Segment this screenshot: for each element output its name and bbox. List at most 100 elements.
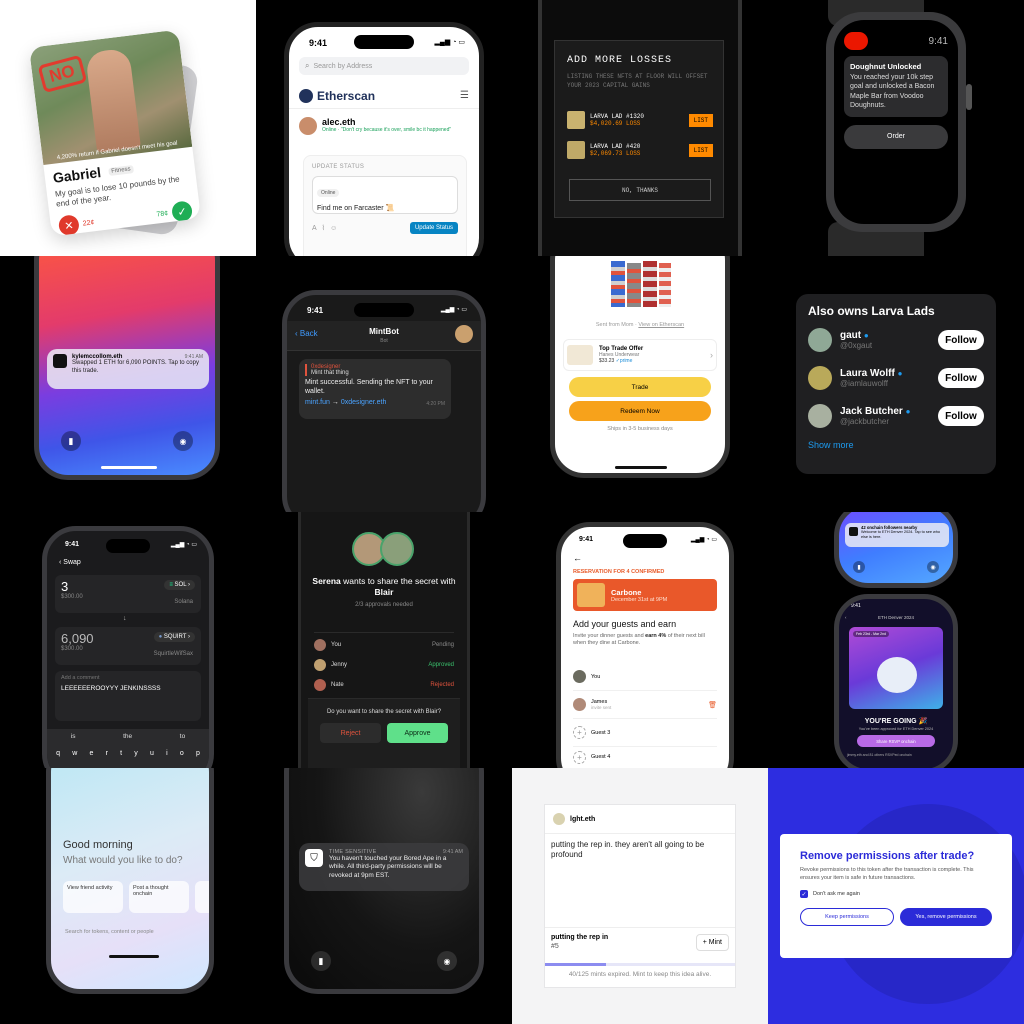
key[interactable]: w — [72, 750, 77, 757]
rsvp-footer: jimmy.eth and 81 others RSVPed onchain — [847, 753, 912, 757]
attach-icon[interactable]: ⌇ — [322, 224, 325, 232]
comment-input[interactable]: Add a comment LEEEEEEROOYYY JENKINSSSS — [55, 671, 201, 721]
camera-icon[interactable]: ◉ — [173, 431, 193, 451]
guest-row[interactable]: + Guest 4 — [573, 747, 717, 767]
camera-icon[interactable]: ◉ — [927, 561, 939, 573]
bot-avatar[interactable] — [455, 325, 473, 343]
search-input[interactable]: Search for tokens, content or people — [65, 929, 154, 935]
comment-label: Add a comment — [61, 675, 100, 681]
avatar — [314, 659, 326, 671]
flashlight-icon[interactable]: ▮ — [311, 951, 331, 971]
key[interactable]: e — [89, 750, 93, 757]
ens-link[interactable]: 0xdesigner.eth — [341, 399, 387, 406]
menu-icon[interactable]: ☰ — [460, 90, 469, 101]
accept-button[interactable]: ✓ — [170, 200, 194, 223]
venue-name: Carbone — [611, 587, 642, 597]
offer-card[interactable]: Top Trade Offer Hanes Underwear $33.23 ✓… — [563, 339, 717, 371]
online-chip[interactable]: Online — [317, 189, 340, 197]
key[interactable]: y — [134, 750, 138, 757]
text-icon[interactable]: A — [312, 225, 317, 232]
remove-permissions-button[interactable]: Yes, remove permissions — [900, 908, 992, 927]
share-rsvp-button[interactable]: Share RSVP onchain — [857, 735, 935, 747]
key[interactable]: p — [196, 750, 200, 757]
back-arrow-icon[interactable]: ← — [573, 553, 582, 563]
key[interactable]: q — [56, 750, 60, 757]
username: alec.eth — [322, 117, 356, 127]
checkbox[interactable]: ✓ — [800, 890, 808, 899]
status-time: 9:41 — [851, 603, 861, 609]
action-card-partial[interactable] — [195, 881, 209, 913]
keep-permissions-button[interactable]: Keep permissions — [800, 908, 894, 927]
guest-row[interactable]: + Guest 3 — [573, 719, 717, 747]
camera-icon[interactable]: ◉ — [437, 951, 457, 971]
avatar-blair — [380, 532, 414, 566]
key[interactable]: t — [120, 750, 122, 757]
mint-progress-fill — [545, 963, 606, 966]
swap-notification[interactable]: kylemccollom.eth 9:41 AM Swapped 1 ETH f… — [47, 349, 209, 389]
key[interactable]: o — [180, 750, 184, 757]
action-card[interactable]: Post a thought onchain — [129, 881, 189, 913]
suggestion[interactable]: to — [180, 733, 185, 740]
status-line: Online · "Don't cry because it's over, s… — [322, 127, 452, 133]
dialog-title: Remove permissions after trade? — [800, 850, 975, 862]
avatar[interactable] — [553, 813, 565, 825]
venue-card[interactable]: Carbone December 31st at 9PM — [573, 579, 717, 611]
flashlight-icon[interactable]: ▮ — [853, 561, 865, 573]
swap-arrow-icon[interactable]: ↓ — [123, 615, 127, 622]
guest-row: James invite sent 🗑 — [573, 691, 717, 719]
home-indicator — [109, 955, 159, 958]
digital-crown[interactable] — [966, 84, 972, 110]
trade-button[interactable]: Trade — [569, 377, 711, 397]
goal-card[interactable]: NO 4,200% return if Gabriel doesn't meet… — [28, 29, 202, 237]
flashlight-icon[interactable]: ▮ — [61, 431, 81, 451]
list-button[interactable]: LIST — [688, 143, 713, 157]
list-button[interactable]: LIST — [688, 113, 713, 127]
trash-icon[interactable]: 🗑 — [708, 701, 717, 709]
search-input[interactable]: ⌕ Search by Address — [299, 57, 469, 75]
update-status-button[interactable]: Update Status — [409, 222, 458, 234]
avatar[interactable] — [808, 404, 832, 428]
status-input[interactable]: Online Find me on Farcaster 📜 — [312, 176, 458, 214]
reject-button[interactable]: Reject — [320, 723, 381, 743]
avatar[interactable] — [808, 366, 832, 390]
status-icons: ▂▄▆ ◔ ▭ — [434, 39, 465, 46]
home-indicator — [615, 466, 667, 469]
emoji-icon[interactable]: ☺ — [330, 225, 337, 232]
follow-button[interactable]: Follow — [938, 368, 984, 388]
earn-description: Invite your dinner guests and earn 4% of… — [573, 633, 705, 647]
follow-button[interactable]: Follow — [938, 330, 984, 350]
no-thanks-button[interactable]: NO, THANKS — [569, 179, 711, 201]
etherscan-link[interactable]: View on Etherscan — [638, 322, 684, 328]
from-panel[interactable]: 3 $300.00 ≡ SOL › Solana — [55, 575, 201, 613]
avatar[interactable] — [808, 328, 832, 352]
etherscan-panel: 9:41 ▂▄▆ ◔ ▭ ⌕ Search by Address Ethersc… — [256, 0, 512, 256]
follow-button[interactable]: Follow — [938, 406, 984, 426]
key[interactable]: r — [106, 750, 108, 757]
from-token-name: Solana — [174, 599, 193, 605]
redeem-button[interactable]: Redeem Now — [569, 401, 711, 421]
mint-link[interactable]: mint.fun — [305, 399, 330, 406]
phone-frame: kylemccollom.eth 9:41 AM Swapped 1 ETH f… — [34, 256, 220, 480]
chevron-left-icon[interactable]: ‹ — [845, 615, 847, 620]
key[interactable]: u — [150, 750, 154, 757]
reject-button[interactable]: ✕ — [57, 214, 81, 237]
show-more-link[interactable]: Show more — [808, 440, 984, 450]
followers-notification[interactable]: 42 onchain followers nearby Welcome to ET… — [845, 523, 949, 547]
permission-notification[interactable]: ⛉ TIME SENSITIVE 9:41 AM You haven't touc… — [299, 843, 469, 891]
suggestion[interactable]: the — [123, 733, 132, 740]
from-token-selector[interactable]: ≡ SOL › — [164, 580, 195, 590]
suggestion[interactable]: is — [71, 733, 76, 740]
approve-button[interactable]: Approve — [387, 723, 448, 743]
username[interactable]: lght.eth — [570, 816, 595, 823]
check-icon: ✓ — [176, 205, 188, 219]
to-token-selector[interactable]: ● SQUIRT › — [153, 632, 195, 642]
order-button[interactable]: Order — [844, 124, 948, 149]
to-panel[interactable]: 6,090 $300.00 ● SQUIRT › SquirtleWifSax — [55, 627, 201, 665]
comment-text: LEEEEEEROOYYY JENKINSSSS — [61, 685, 161, 692]
guest-name: You — [591, 673, 601, 680]
dialog-body: Revoke permissions to this token after t… — [800, 867, 974, 881]
mint-button[interactable]: + Mint — [695, 934, 729, 951]
action-card[interactable]: View friend activity — [63, 881, 123, 913]
key[interactable]: i — [166, 750, 168, 757]
approver-row: Jenny Approved — [314, 659, 454, 671]
